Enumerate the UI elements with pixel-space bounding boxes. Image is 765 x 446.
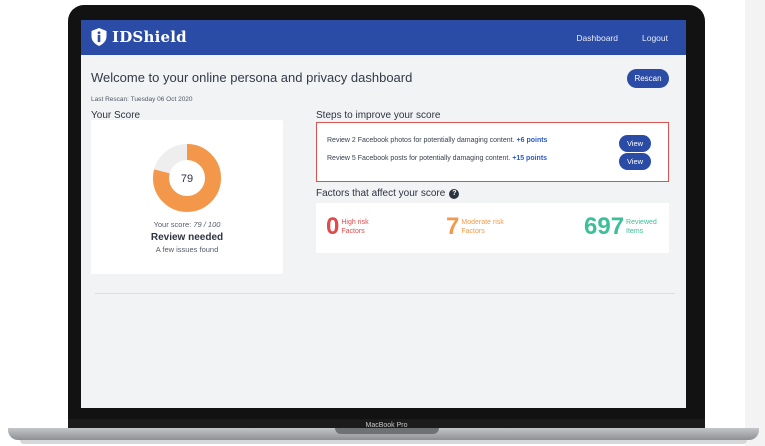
- laptop-notch: [335, 428, 439, 434]
- page-title: Welcome to your online persona and priva…: [91, 70, 413, 85]
- score-status: Review needed: [150, 232, 224, 243]
- factors-card: 0 High risk Factors 7 Moderate risk Fact…: [316, 203, 669, 253]
- factor-label: Moderate risk Factors: [461, 219, 504, 235]
- step-item-2: Review 5 Facebook posts for potentially …: [327, 155, 547, 162]
- background-strip: [745, 0, 765, 446]
- step-points: +6 points: [516, 137, 548, 144]
- app-screen: IDShield Dashboard Logout Welcome to you…: [81, 20, 686, 408]
- step-item-1: Review 2 Facebook photos for potentially…: [327, 137, 547, 144]
- score-label: Your score: 79 / 100: [91, 220, 283, 229]
- donut-score-value: 79: [181, 173, 193, 185]
- nav-links: Dashboard Logout: [576, 20, 668, 55]
- nav-dashboard-link[interactable]: Dashboard: [576, 33, 618, 43]
- step-text: Review 2 Facebook photos for potentially…: [327, 137, 515, 144]
- factor-label: High risk Factors: [341, 219, 369, 235]
- factor-label: Reviewed Items: [626, 219, 657, 235]
- factor-moderate-risk: 7 Moderate risk Factors: [446, 213, 513, 241]
- factors-section-title: Factors that affect your score: [316, 188, 446, 199]
- brand-name: IDShield: [112, 28, 187, 46]
- rescan-button[interactable]: Rescan: [627, 69, 669, 88]
- score-label-value: 79 / 100: [193, 220, 221, 229]
- help-icon[interactable]: ?: [449, 188, 460, 199]
- nav-logout-link[interactable]: Logout: [642, 33, 668, 43]
- brand-logo[interactable]: IDShield: [91, 28, 187, 46]
- factors-header: Factors that affect your score ?: [316, 188, 460, 199]
- factor-number: 7: [446, 213, 460, 240]
- steps-section-title: Steps to improve your score: [316, 110, 441, 121]
- view-button[interactable]: View: [619, 153, 651, 170]
- laptop-shadow: [20, 440, 747, 444]
- section-divider: [95, 293, 675, 294]
- last-rescan-text: Last Rescan: Tuesday 06 Oct 2020: [91, 96, 193, 103]
- step-points: +15 points: [512, 155, 548, 162]
- factor-high-risk: 0 High risk Factors: [326, 213, 393, 241]
- factor-number: 0: [326, 213, 340, 240]
- factor-reviewed-items: 697 Reviewed Items: [584, 213, 664, 241]
- factor-number: 697: [584, 213, 625, 240]
- step-text: Review 5 Facebook posts for potentially …: [327, 155, 511, 162]
- view-button[interactable]: View: [619, 135, 651, 152]
- score-donut-chart: 79: [153, 144, 221, 212]
- score-card: 79 Your score: 79 / 100 Review needed A …: [91, 120, 283, 274]
- score-label-prefix: Your score:: [153, 220, 192, 229]
- steps-card: Review 2 Facebook photos for potentially…: [316, 122, 669, 182]
- shield-icon: [91, 28, 107, 46]
- score-substatus: A few issues found: [155, 245, 219, 254]
- top-navbar: IDShield Dashboard Logout: [81, 20, 686, 55]
